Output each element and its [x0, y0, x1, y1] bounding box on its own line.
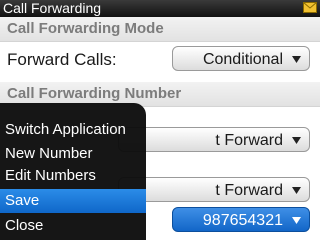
- context-menu: Switch Application New Number Edit Numbe…: [0, 103, 146, 240]
- menu-item-edit-numbers[interactable]: Edit Numbers: [0, 164, 146, 188]
- menu-item-label: Close: [5, 217, 44, 234]
- envelope-icon: [303, 2, 317, 13]
- menu-item-label: Save: [5, 192, 40, 209]
- chevron-down-icon: [292, 217, 301, 224]
- menu-item-switch-application[interactable]: Switch Application: [0, 118, 146, 142]
- section-header-mode: Call Forwarding Mode: [0, 17, 320, 42]
- title-bar: Call Forwarding: [0, 0, 320, 17]
- forward-calls-value: Conditional: [202, 51, 283, 68]
- menu-item-close[interactable]: Close: [0, 214, 146, 238]
- menu-item-new-number[interactable]: New Number: [0, 142, 146, 166]
- forward-number-value: 987654321: [202, 212, 283, 229]
- menu-item-label: Edit Numbers: [5, 167, 96, 184]
- section-header-mode-label: Call Forwarding Mode: [7, 20, 164, 37]
- forward-condition-value-1: t Forward: [215, 132, 283, 149]
- menu-item-label: New Number: [5, 145, 93, 162]
- forward-number-dropdown[interactable]: 987654321: [172, 207, 310, 232]
- forward-condition-dropdown-2[interactable]: t Forward: [118, 177, 310, 202]
- menu-item-save[interactable]: Save: [0, 189, 146, 213]
- forward-calls-dropdown[interactable]: Conditional: [172, 46, 310, 71]
- window-title: Call Forwarding: [3, 0, 102, 16]
- forward-condition-value-2: t Forward: [215, 182, 283, 199]
- chevron-down-icon: [292, 137, 301, 144]
- chevron-down-icon: [292, 187, 301, 194]
- menu-item-label: Switch Application: [5, 121, 126, 138]
- forward-condition-dropdown-1[interactable]: t Forward: [118, 127, 310, 152]
- forward-calls-label: Forward Calls:: [7, 50, 117, 69]
- chevron-down-icon: [292, 56, 301, 63]
